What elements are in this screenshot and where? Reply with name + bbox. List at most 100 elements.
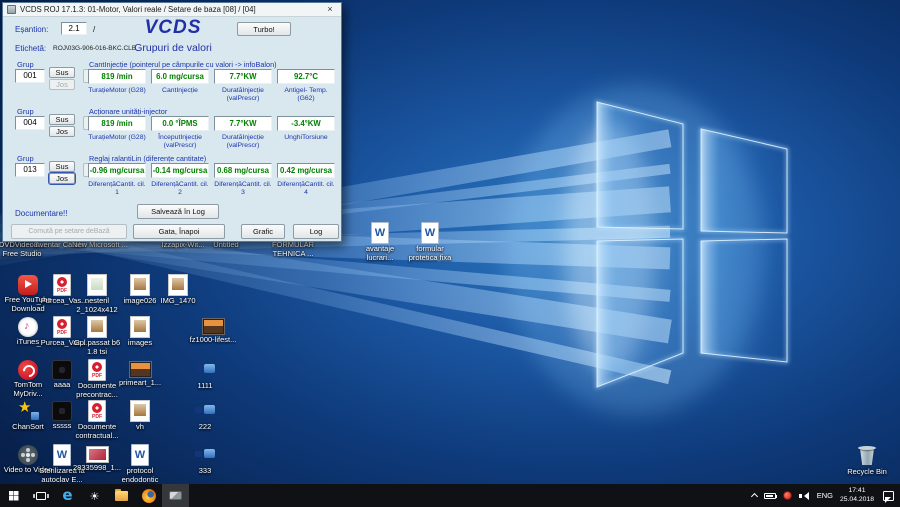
group-number-input[interactable]: 013	[15, 163, 45, 177]
desktop-icon-label: fz1000-lifest...	[185, 336, 241, 345]
value-field[interactable]: 0.68 mg/cursa	[214, 163, 272, 178]
vcds-taskbar-button[interactable]	[162, 484, 189, 507]
value-field[interactable]: -0.14 mg/cursa	[151, 163, 209, 178]
tray-app-icon[interactable]	[783, 491, 792, 500]
value-label: DiferențăCantit. cil. 2	[151, 181, 209, 197]
desktop-icon-label: protocol endodontic	[112, 467, 168, 485]
img-icon	[130, 400, 150, 422]
desktop-icon[interactable]: 333	[177, 442, 233, 476]
desktop-icon[interactable]: avantaje lucrari...	[352, 220, 408, 263]
value-label: DiferențăCantit. cil. 4	[277, 181, 335, 197]
desktop-icon[interactable]: formular protetica fixa	[402, 220, 458, 263]
desktop-icon-label: avantaje lucrari...	[352, 245, 408, 263]
value-field[interactable]: 819 /min	[88, 69, 146, 84]
basic-settings-button[interactable]: Comută pe setare deBază	[11, 224, 127, 239]
desktop-icon-label: IMG_1470	[150, 297, 206, 306]
group-header: Acționare unități-injector	[89, 107, 339, 116]
group-004: Grup Acționare unități-injector 004 Sus …	[3, 107, 343, 154]
value-field[interactable]: 0.0 °ÎPMS	[151, 116, 209, 131]
desktop-icon[interactable]: IMG_1470	[150, 272, 206, 306]
clock[interactable]: 17:41 25.04.2018	[840, 487, 874, 504]
word-icon	[371, 222, 389, 244]
graph-button[interactable]: Grafic	[241, 224, 285, 239]
value-field[interactable]: -0.96 mg/cursa	[88, 163, 146, 178]
img-icon	[130, 316, 150, 338]
turbo-button[interactable]: Turbo!	[237, 22, 291, 36]
value-label: DiferențăCantit. cil. 1	[88, 181, 146, 197]
hidden-icons-chevron-icon[interactable]	[751, 493, 758, 500]
close-icon[interactable]: ×	[323, 3, 337, 16]
desktop-icon[interactable]: protocol endodontic	[112, 442, 168, 485]
up-button[interactable]: Sus	[49, 114, 75, 125]
vcds-app-icon	[7, 5, 16, 14]
value-field[interactable]: 0.42 mg/cursa	[277, 163, 335, 178]
vcds-window: VCDS ROJ 17.1.3: 01-Motor, Valori reale …	[2, 2, 342, 242]
value-field[interactable]: 92.7°C	[277, 69, 335, 84]
save-log-button[interactable]: Salvează în Log	[137, 204, 219, 219]
desktop-icon-label: 333	[177, 467, 233, 476]
word-icon	[131, 444, 149, 466]
sun-app-button[interactable]	[81, 484, 108, 507]
group-caption: Grup	[17, 107, 34, 116]
value-label: DuratăInjecție (valPrescr)	[214, 87, 272, 103]
action-center-icon[interactable]	[883, 491, 894, 501]
value-field[interactable]: -3.4°KW	[277, 116, 335, 131]
start-button[interactable]	[0, 484, 27, 507]
word-icon	[421, 222, 439, 244]
language-indicator[interactable]: ENG	[817, 491, 833, 500]
value-field[interactable]: 6.0 mg/cursa	[151, 69, 209, 84]
desktop-icon-label: formular protetica fixa	[402, 245, 458, 263]
up-button[interactable]: Sus	[49, 161, 75, 172]
value-field[interactable]: 819 /min	[88, 116, 146, 131]
value-field[interactable]: 7.7°KW	[214, 116, 272, 131]
volume-icon[interactable]	[799, 491, 810, 500]
desktop-icon-label: Untitled	[198, 241, 254, 250]
desktop-icon-label: 222	[177, 423, 233, 432]
group-header: CantInjecție (pointerul pe câmpurile cu …	[89, 60, 339, 69]
media-icon	[193, 357, 217, 381]
desktop-icon-label: images	[112, 339, 168, 348]
windows-logo-icon	[9, 491, 19, 501]
bin-icon	[855, 443, 879, 467]
pdf-icon	[88, 359, 106, 381]
value-label: DiferențăCantit. cil. 3	[214, 181, 272, 197]
value-label: Antigel- Temp. (G62)	[277, 87, 335, 103]
desktop-icon[interactable]: fz1000-lifest...	[185, 314, 241, 345]
value-label: TurațieMotor (G28)	[88, 87, 146, 95]
vcds-cable-icon	[169, 491, 182, 500]
photo-icon	[202, 318, 225, 335]
task-view-button[interactable]	[27, 484, 54, 507]
desktop-icon[interactable]: vh	[112, 398, 168, 432]
folder-icon	[115, 491, 128, 501]
group-number-input[interactable]: 004	[15, 116, 45, 130]
edge-button[interactable]	[54, 484, 81, 507]
subtitle: Grupuri de valori	[111, 42, 235, 54]
file-explorer-button[interactable]	[108, 484, 135, 507]
group-header: Reglaj ralantiLin (diferențe cantitate)	[89, 154, 339, 163]
up-button[interactable]: Sus	[49, 67, 75, 78]
group-001: Grup CantInjecție (pointerul pe câmpuril…	[3, 60, 343, 107]
sample-input[interactable]: 2.1	[61, 22, 87, 35]
desktop-icon[interactable]: primeart_1...	[112, 357, 168, 388]
group-caption: Grup	[17, 154, 34, 163]
battery-icon[interactable]	[764, 493, 776, 499]
down-button[interactable]: Jos	[49, 126, 75, 137]
log-button[interactable]: Log	[293, 224, 339, 239]
down-button[interactable]: Jos	[49, 173, 75, 184]
vcds-titlebar[interactable]: VCDS ROJ 17.1.3: 01-Motor, Valori reale …	[3, 3, 341, 17]
group-number-input[interactable]: 001	[15, 69, 45, 83]
taskbar: ENG 17:41 25.04.2018	[0, 484, 900, 507]
desktop-icon[interactable]: images	[112, 314, 168, 348]
imgpale-icon	[87, 274, 107, 296]
documentation-link[interactable]: Documentare!!	[15, 209, 67, 218]
firefox-button[interactable]	[135, 484, 162, 507]
desktop-icon[interactable]: 1111	[177, 357, 233, 391]
label-caption: Etichetă:	[15, 44, 46, 53]
done-back-button[interactable]: Gata, Înapoi	[133, 224, 225, 239]
desktop-icon[interactable]: 222	[177, 398, 233, 432]
down-button[interactable]: Jos	[49, 79, 75, 90]
edge-icon	[62, 486, 72, 505]
value-field[interactable]: 7.7°KW	[214, 69, 272, 84]
media-icon	[193, 398, 217, 422]
desktop-icon[interactable]: Recycle Bin	[839, 443, 895, 477]
